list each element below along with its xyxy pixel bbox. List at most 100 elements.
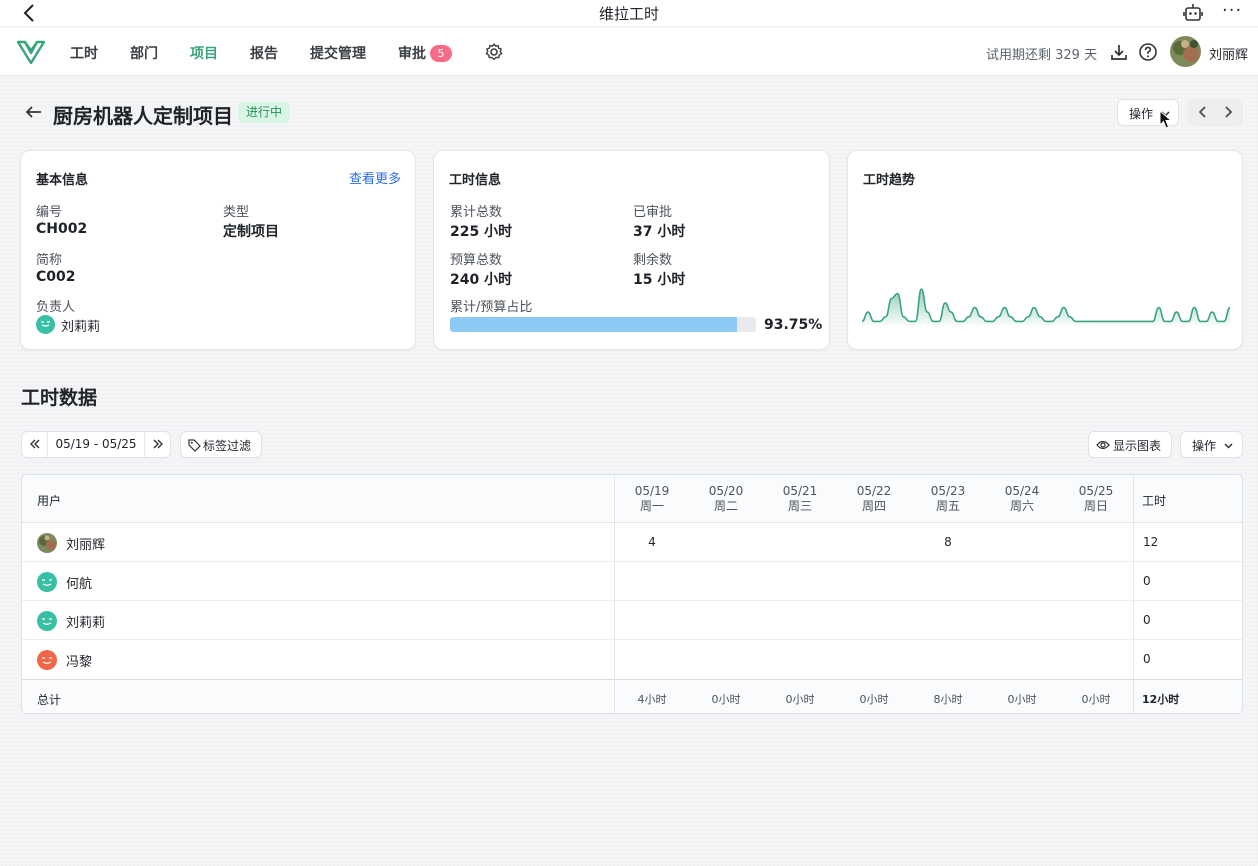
operate-label: 操作 [1129, 107, 1154, 121]
hours-info-card: 工时信息 累计总数 225 小时 已审批 37 小时 预算总数 240 小时 剩… [433, 150, 830, 350]
top-nav: 工时 部门 项目 报告 提交管理 审批 5 试用期还剩 329 天 刘丽辉 [0, 28, 1258, 76]
hours-cell[interactable]: 4 [622, 535, 682, 549]
table-operate-label: 操作 [1192, 439, 1217, 453]
status-badge: 进行中 [238, 102, 291, 123]
nav-item-submission[interactable]: 提交管理 [310, 43, 366, 63]
table-header: 用户 05/19 周一 05/20 周二 05/21 周三 05/22 周四 05/23… [22, 475, 1242, 523]
footer-day-total: 8小时 [933, 693, 963, 706]
title-bar: 维拉工时 ··· [0, 0, 1258, 26]
basic-info-title: 基本信息 [36, 173, 89, 188]
total-hours-value: 225 小时 [450, 224, 513, 240]
table-row[interactable]: 何航 0 [22, 562, 1242, 601]
column-divider [1133, 475, 1134, 713]
footer-day-total: 4小时 [637, 693, 667, 706]
approved-value: 37 小时 [633, 224, 686, 240]
tag-filter-button[interactable]: 标签过滤 [180, 431, 262, 458]
total-column-header: 工时 [1142, 494, 1167, 508]
owner-avatar [36, 315, 55, 334]
user-column-header: 用户 [37, 494, 62, 508]
table-footer: 总计 4小时 0小时 0小时 0小时 8小时 0小时 0小时 12小时 [22, 679, 1242, 713]
column-divider [614, 475, 615, 713]
user-name[interactable]: 刘丽辉 [1209, 44, 1248, 63]
short-name-value: C002 [36, 269, 76, 285]
row-total: 12 [1143, 535, 1159, 549]
user-name: 刘莉莉 [66, 616, 106, 631]
day-column-header[interactable]: 05/20 周二 [696, 484, 756, 514]
nav-item-approval[interactable]: 审批 5 [398, 43, 452, 63]
footer-total-label: 总计 [37, 693, 62, 707]
approved-label: 已审批 [633, 205, 673, 220]
trend-area [862, 289, 1230, 326]
type-value: 定制项目 [223, 224, 279, 240]
page-title: 厨房机器人定制项目 [53, 104, 233, 128]
user-name: 冯黎 [66, 655, 93, 670]
user-avatar [37, 533, 57, 553]
show-chart-button[interactable]: 显示图表 [1088, 431, 1172, 458]
day-column-header[interactable]: 05/21 周三 [770, 484, 830, 514]
nav-item-worktime[interactable]: 工时 [70, 43, 98, 63]
tag-icon [188, 439, 201, 452]
table-operate-dropdown-button[interactable]: 操作 [1180, 431, 1243, 458]
view-more-link[interactable]: 查看更多 [349, 168, 401, 187]
next-week-button[interactable] [144, 432, 170, 457]
robot-icon[interactable] [1182, 2, 1204, 24]
app-logo [16, 40, 46, 65]
more-icon[interactable]: ··· [1222, 0, 1242, 21]
user-avatar[interactable] [1170, 36, 1201, 67]
date-range-text[interactable]: 05/19 - 05/25 [49, 437, 143, 451]
ratio-label: 累计/预算占比 [450, 300, 533, 315]
table-row[interactable]: 刘丽辉 4 8 12 [22, 523, 1242, 562]
gear-icon[interactable] [484, 42, 504, 62]
hours-cell[interactable]: 8 [918, 535, 978, 549]
user-avatar [37, 611, 57, 631]
help-icon[interactable] [1138, 42, 1158, 62]
day-column-header[interactable]: 05/19 周一 [622, 484, 682, 514]
day-column-header[interactable]: 05/24 周六 [992, 484, 1052, 514]
eye-icon [1096, 440, 1110, 450]
remaining-value: 15 小时 [633, 272, 686, 288]
user-name: 何航 [66, 577, 93, 592]
day-column-header[interactable]: 05/23 周五 [918, 484, 978, 514]
table-row[interactable]: 冯黎 0 [22, 640, 1242, 679]
next-project-icon[interactable] [1221, 105, 1235, 119]
project-pager [1188, 99, 1243, 126]
previous-project-icon[interactable] [1196, 105, 1210, 119]
basic-info-card: 基本信息 查看更多 编号 CH002 类型 定制项目 简称 C002 负责人 刘… [20, 150, 416, 350]
show-chart-label: 显示图表 [1113, 439, 1162, 453]
footer-day-total: 0小时 [859, 693, 889, 706]
download-icon[interactable] [1109, 42, 1129, 62]
window-title: 维拉工时 [598, 5, 659, 23]
approval-count-badge: 5 [430, 45, 452, 62]
date-range-picker: 05/19 - 05/25 [21, 431, 171, 458]
tag-filter-label: 标签过滤 [203, 439, 252, 453]
row-total: 0 [1143, 613, 1151, 627]
remaining-label: 剩余数 [633, 253, 673, 268]
table-row[interactable]: 刘莉莉 0 [22, 601, 1242, 640]
footer-day-total: 0小时 [785, 693, 815, 706]
row-total: 0 [1143, 652, 1151, 666]
hours-info-title: 工时信息 [449, 173, 502, 188]
section-title: 工时数据 [21, 387, 98, 409]
user-avatar [37, 572, 57, 592]
trend-card: 工时趋势 [847, 150, 1243, 350]
budget-label: 预算总数 [450, 253, 503, 268]
trend-title: 工时趋势 [863, 173, 916, 188]
code-label: 编号 [36, 205, 63, 220]
double-chevron-left-icon [30, 439, 40, 449]
previous-week-button[interactable] [22, 432, 48, 457]
type-label: 类型 [223, 205, 250, 220]
chevron-down-icon [1224, 443, 1233, 449]
nav-item-project[interactable]: 项目 [190, 43, 218, 63]
mouse-cursor-icon [1159, 110, 1173, 129]
ratio-progress-bar [450, 317, 756, 332]
footer-day-total: 0小时 [711, 693, 741, 706]
nav-item-report[interactable]: 报告 [250, 43, 278, 63]
nav-item-department[interactable]: 部门 [130, 43, 158, 63]
row-total: 0 [1143, 574, 1151, 588]
ratio-progress-fill [450, 317, 737, 332]
day-column-header[interactable]: 05/22 周四 [844, 484, 904, 514]
double-chevron-right-icon [153, 439, 163, 449]
day-column-header[interactable]: 05/25 周日 [1066, 484, 1126, 514]
back-arrow-icon[interactable] [24, 102, 44, 122]
budget-value: 240 小时 [450, 272, 513, 288]
